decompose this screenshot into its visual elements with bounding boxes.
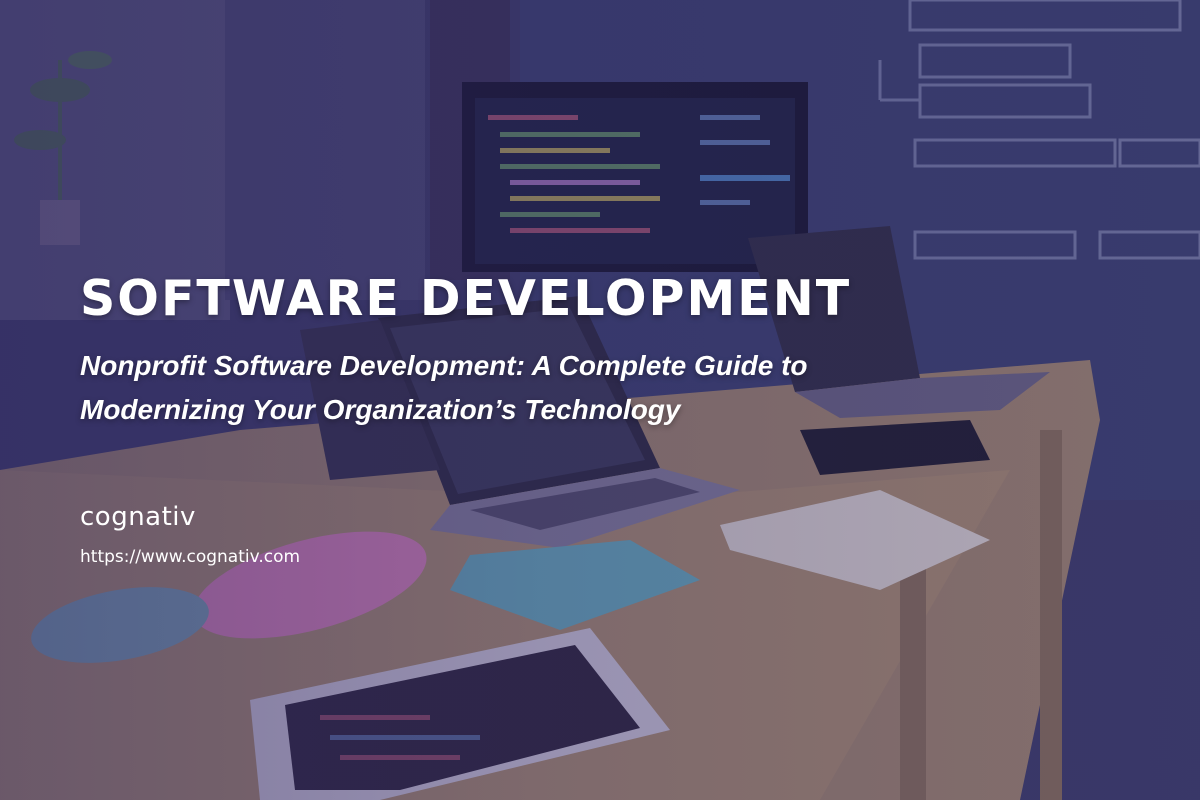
article-title-line-1: Nonprofit Software Development: A Comple… xyxy=(80,350,808,381)
article-title-line-2: Modernizing Your Organization’s Technolo… xyxy=(80,394,681,425)
article-title: Nonprofit Software Development: A Comple… xyxy=(80,344,1000,432)
hero-banner: SOFTWARE DEVELOPMENT Nonprofit Software … xyxy=(0,0,1200,800)
website-url: https://www.cognativ.com xyxy=(80,547,301,567)
category-heading: SOFTWARE DEVELOPMENT xyxy=(80,270,852,327)
brand-logo: cognativ xyxy=(80,502,196,532)
